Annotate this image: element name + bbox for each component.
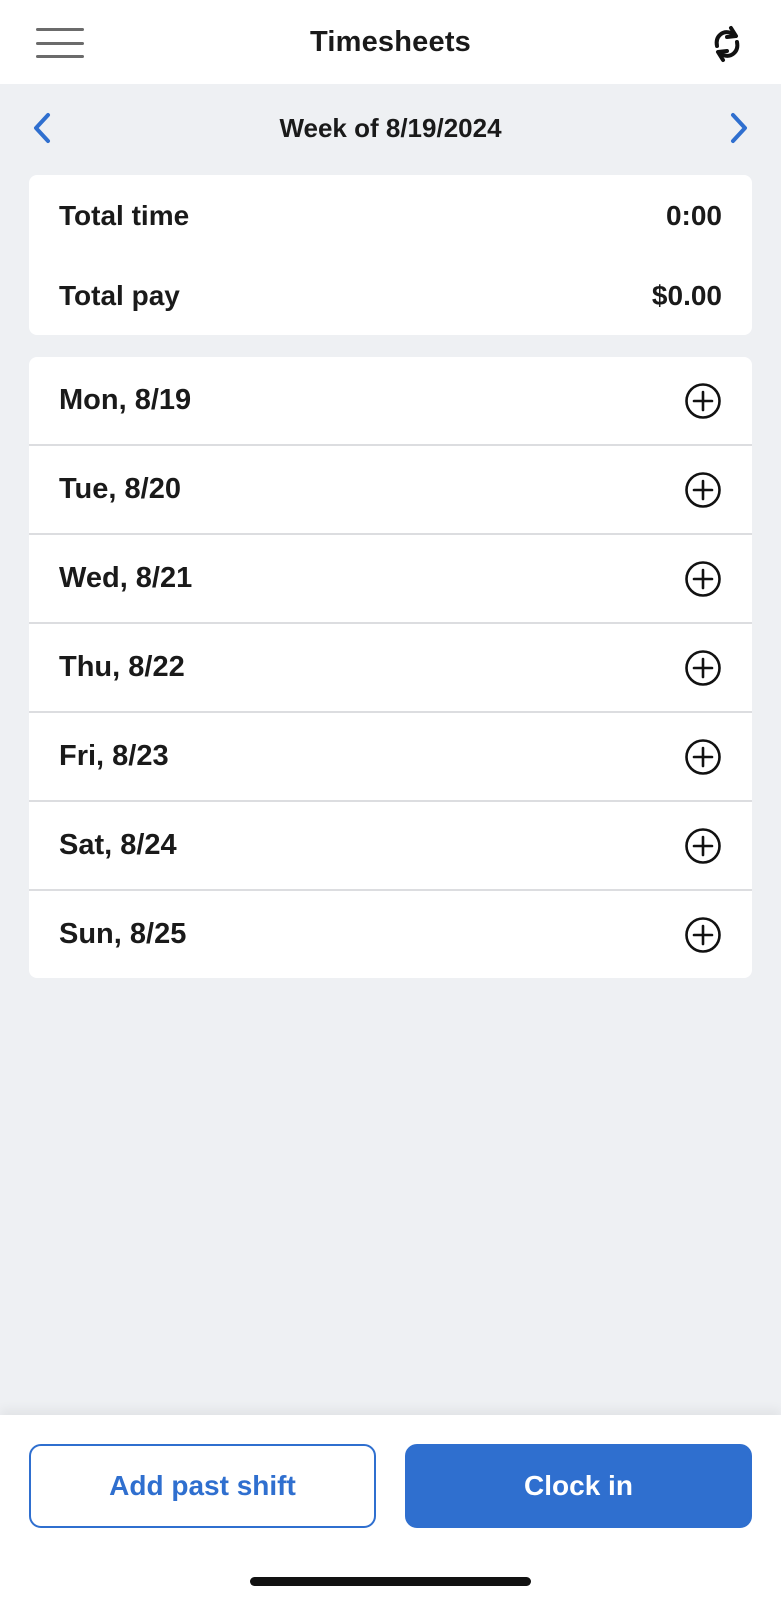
day-label: Sat, 8/24 (59, 829, 177, 861)
day-row-mon[interactable]: Mon, 8/19 (29, 357, 752, 446)
total-time-value: 0:00 (665, 200, 722, 231)
add-circle-icon[interactable] (684, 738, 722, 776)
day-row-wed[interactable]: Wed, 8/21 (29, 535, 752, 624)
day-label: Tue, 8/20 (59, 473, 181, 505)
add-circle-icon[interactable] (684, 649, 722, 687)
day-label: Fri, 8/23 (59, 740, 169, 772)
total-time-label: Total time (59, 200, 190, 231)
top-app-bar: Timesheets (0, 0, 781, 84)
refresh-icon[interactable] (709, 24, 745, 64)
timesheets-screen: Timesheets Week of 8/19/2024 Total time … (0, 0, 781, 1600)
clock-in-button[interactable]: Clock in (405, 1444, 752, 1528)
add-circle-icon[interactable] (684, 916, 722, 954)
add-circle-icon[interactable] (684, 382, 722, 420)
week-navigator: Week of 8/19/2024 (0, 84, 781, 172)
day-list: Mon, 8/19 Tue, 8/20 Wed, 8/21 Thu, 8/22 (29, 357, 752, 978)
day-row-sun[interactable]: Sun, 8/25 (29, 891, 752, 978)
chevron-left-icon[interactable] (26, 110, 60, 146)
summary-card: Total time 0:00 Total pay $0.00 (29, 175, 752, 335)
day-label: Mon, 8/19 (59, 384, 192, 416)
home-indicator (250, 1577, 531, 1586)
chevron-right-icon[interactable] (721, 110, 755, 146)
add-circle-icon[interactable] (684, 560, 722, 598)
week-label: Week of 8/19/2024 (279, 112, 502, 143)
total-time-row: Total time 0:00 (59, 196, 722, 236)
hamburger-menu-icon[interactable] (36, 28, 86, 58)
day-label: Wed, 8/21 (59, 562, 193, 594)
day-row-sat[interactable]: Sat, 8/24 (29, 802, 752, 891)
add-past-shift-button[interactable]: Add past shift (29, 1444, 376, 1528)
add-circle-icon[interactable] (684, 827, 722, 865)
add-circle-icon[interactable] (684, 471, 722, 509)
bottom-action-bar: Add past shift Clock in (0, 1415, 781, 1600)
day-label: Thu, 8/22 (59, 651, 185, 683)
day-row-tue[interactable]: Tue, 8/20 (29, 446, 752, 535)
day-label: Sun, 8/25 (59, 918, 187, 950)
day-row-thu[interactable]: Thu, 8/22 (29, 624, 752, 713)
day-row-fri[interactable]: Fri, 8/23 (29, 713, 752, 802)
total-pay-label: Total pay (59, 280, 180, 311)
page-title: Timesheets (309, 25, 472, 58)
total-pay-value: $0.00 (651, 280, 722, 311)
total-pay-row: Total pay $0.00 (59, 276, 722, 316)
